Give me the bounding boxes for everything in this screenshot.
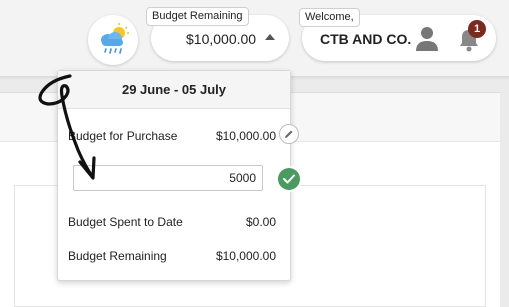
budget-spent-value: $0.00 xyxy=(245,215,276,229)
user-icon[interactable] xyxy=(415,26,439,57)
confirm-budget-button[interactable] xyxy=(278,168,300,190)
budget-remaining-value: $10,000.00 xyxy=(215,249,276,263)
company-name: CTB AND CO. xyxy=(320,31,412,47)
weather-icon xyxy=(101,23,129,54)
budget-spent-label: Budget Spent to Date xyxy=(68,215,183,229)
budget-for-purchase-value: $10,000.00 xyxy=(215,129,276,143)
check-icon xyxy=(283,174,295,184)
pencil-icon xyxy=(285,130,293,138)
welcome-tag: Welcome, xyxy=(299,8,360,27)
budget-remaining-tag: Budget Remaining xyxy=(146,7,249,26)
notification-badge: 1 xyxy=(468,20,486,38)
budget-remaining-amount: $10,000.00 xyxy=(186,31,257,47)
caret-up-icon xyxy=(265,34,275,40)
annotation-arrow xyxy=(38,74,96,180)
edit-budget-button[interactable] xyxy=(279,124,299,144)
budget-remaining-label: Budget Remaining xyxy=(68,249,167,263)
weather-button[interactable] xyxy=(88,15,138,65)
